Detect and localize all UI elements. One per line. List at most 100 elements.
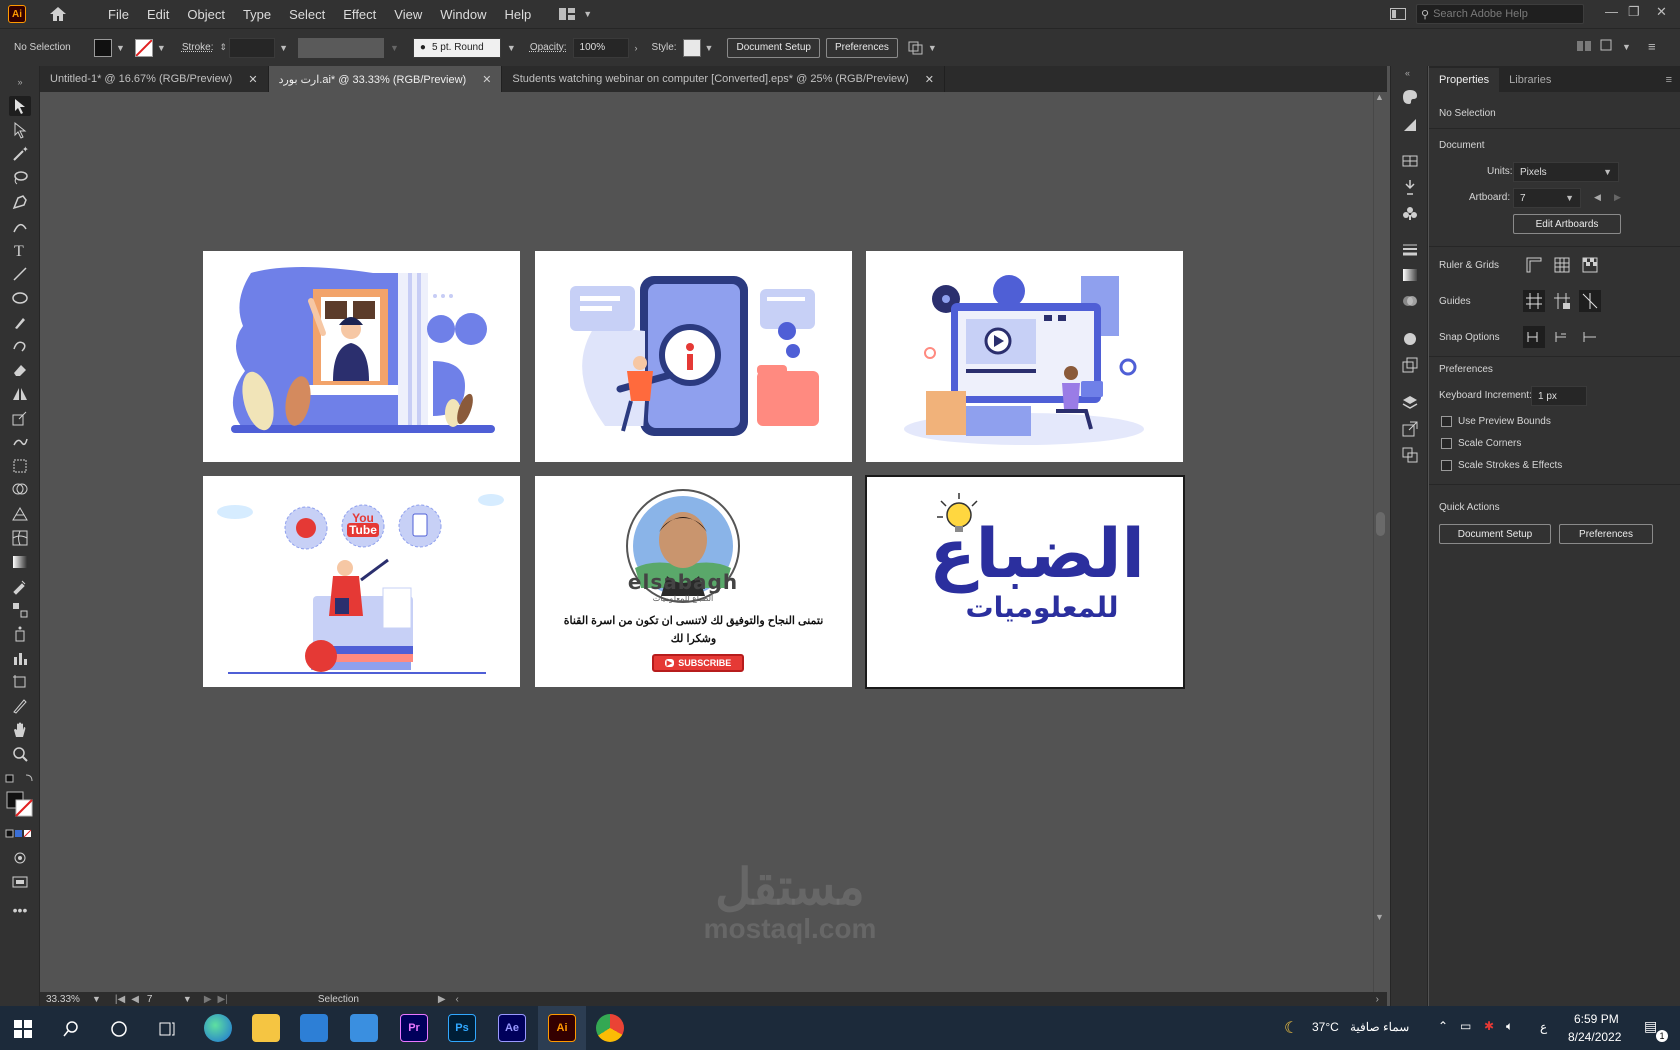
- perspective-grid-tool-icon[interactable]: [9, 504, 31, 524]
- arrange-icon[interactable]: [908, 41, 924, 55]
- close-icon[interactable]: ✕: [1656, 4, 1667, 20]
- snap-to-point-icon[interactable]: [1523, 326, 1545, 348]
- edge-browser-icon[interactable]: [204, 1014, 232, 1042]
- color-mode-icons[interactable]: [4, 824, 34, 844]
- gradient-tool-icon[interactable]: [9, 552, 31, 572]
- next-artboard-icon[interactable]: ▶: [204, 994, 212, 1005]
- symbol-sprayer-tool-icon[interactable]: [9, 624, 31, 644]
- zoom-dropdown-icon[interactable]: ▼: [92, 994, 101, 1004]
- tab-untitled[interactable]: Untitled-1* @ 16.67% (RGB/Preview) ✕: [40, 66, 269, 92]
- stroke-label[interactable]: Stroke:: [182, 42, 214, 53]
- artboard-1[interactable]: [203, 251, 520, 462]
- artboard-select[interactable]: 7 ▼: [1513, 188, 1581, 208]
- menu-view[interactable]: View: [394, 7, 422, 22]
- cortana-icon[interactable]: [110, 1020, 128, 1038]
- menu-edit[interactable]: Edit: [147, 7, 169, 22]
- scroll-thumb[interactable]: [1376, 512, 1385, 536]
- tab-properties[interactable]: Properties: [1429, 68, 1500, 92]
- file-explorer-icon[interactable]: [252, 1014, 280, 1042]
- stroke-weight-field[interactable]: [229, 37, 276, 58]
- scroll-left-icon[interactable]: ‹: [456, 994, 459, 1005]
- tab-students-webinar[interactable]: Students watching webinar on computer [C…: [502, 66, 945, 92]
- close-tab-icon[interactable]: ✕: [482, 73, 491, 86]
- tray-overflow-icon[interactable]: ⌃: [1438, 1019, 1448, 1033]
- menu-window[interactable]: Window: [440, 7, 486, 22]
- stroke-weight-dropdown-icon[interactable]: ▼: [279, 43, 288, 53]
- artboard-4[interactable]: You Tube: [203, 476, 520, 687]
- collapse-toolbar-icon[interactable]: »: [9, 72, 31, 92]
- opacity-label[interactable]: Opacity:: [530, 42, 567, 53]
- snap-to-pixel-icon[interactable]: [1551, 326, 1573, 348]
- arrange-documents-icon[interactable]: [1390, 8, 1406, 20]
- swatches-icon[interactable]: [1401, 152, 1419, 170]
- column-graph-tool-icon[interactable]: [9, 648, 31, 668]
- after-effects-icon[interactable]: Ae: [498, 1014, 526, 1042]
- gradient-panel-icon[interactable]: [1401, 266, 1419, 284]
- search-help-input[interactable]: ⚲ Search Adobe Help: [1416, 4, 1584, 24]
- first-artboard-icon[interactable]: |◀: [115, 994, 125, 1005]
- panel-options-icon[interactable]: ≡: [1658, 74, 1680, 92]
- menu-file[interactable]: File: [108, 7, 129, 22]
- search-icon[interactable]: [62, 1020, 80, 1038]
- fill-swatch[interactable]: [94, 38, 112, 57]
- zoom-tool-icon[interactable]: [9, 744, 31, 764]
- shape-builder-tool-icon[interactable]: [9, 480, 31, 500]
- graphic-styles-icon[interactable]: [1401, 356, 1419, 374]
- snap-to-glyph-icon[interactable]: [1579, 326, 1601, 348]
- symbols-icon[interactable]: [1401, 204, 1419, 222]
- illustrator-icon[interactable]: Ai: [548, 1014, 576, 1042]
- clock-date[interactable]: 8/24/2022: [1568, 1030, 1621, 1044]
- magic-wand-tool-icon[interactable]: ✦: [9, 144, 31, 164]
- transparency-icon[interactable]: [1401, 292, 1419, 310]
- home-icon[interactable]: [48, 5, 68, 23]
- warp-tool-icon[interactable]: [9, 432, 31, 452]
- artboard-2[interactable]: [535, 251, 852, 462]
- premiere-icon[interactable]: Pr: [400, 1014, 428, 1042]
- transform-icon[interactable]: [1600, 39, 1616, 53]
- transparency-grid-icon[interactable]: [1581, 256, 1599, 274]
- scroll-up-icon[interactable]: ▲: [1375, 92, 1384, 102]
- zoom-level[interactable]: 33.33%: [46, 994, 92, 1005]
- mesh-tool-icon[interactable]: [9, 528, 31, 548]
- next-artboard-panel-icon[interactable]: ▶: [1614, 192, 1621, 203]
- task-view-icon[interactable]: [158, 1020, 176, 1038]
- input-language[interactable]: ع: [1540, 1020, 1547, 1034]
- keyboard-increment-field[interactable]: 1 px: [1531, 386, 1587, 406]
- paintbrush-tool-icon[interactable]: [9, 312, 31, 332]
- screen-mode-icon[interactable]: [9, 872, 31, 892]
- windows-start-icon[interactable]: [14, 1020, 32, 1038]
- photoshop-icon[interactable]: Ps: [448, 1014, 476, 1042]
- status-menu-arrow-icon[interactable]: ▶: [438, 994, 446, 1005]
- clock-time[interactable]: 6:59 PM: [1574, 1012, 1619, 1026]
- reflect-tool-icon[interactable]: [9, 384, 31, 404]
- pen-tool-icon[interactable]: [9, 192, 31, 212]
- arrange-dropdown-icon[interactable]: ▼: [928, 43, 937, 53]
- swap-fill-stroke-icon[interactable]: [4, 770, 34, 790]
- layers-icon[interactable]: [1401, 394, 1419, 412]
- opacity-arrow-icon[interactable]: ›: [635, 43, 638, 53]
- close-tab-icon[interactable]: ✕: [925, 73, 934, 86]
- artboard-tool-icon[interactable]: [9, 672, 31, 692]
- stroke-stepper-icon[interactable]: ⇕: [220, 42, 228, 53]
- scale-strokes-checkbox[interactable]: Scale Strokes & Effects: [1441, 460, 1562, 471]
- shaper-tool-icon[interactable]: [9, 336, 31, 356]
- chrome-icon[interactable]: [596, 1014, 624, 1042]
- brushes-icon[interactable]: [1401, 178, 1419, 196]
- lock-guides-icon[interactable]: [1551, 290, 1573, 312]
- brush-definition-field[interactable]: ● 5 pt. Round: [412, 37, 501, 58]
- use-preview-bounds-checkbox[interactable]: Use Preview Bounds: [1441, 416, 1551, 427]
- transform-dropdown-icon[interactable]: ▼: [1622, 42, 1631, 52]
- fill-dropdown-icon[interactable]: ▼: [116, 43, 125, 53]
- opacity-field[interactable]: 100%: [572, 37, 629, 58]
- notifications-icon[interactable]: ▤: [1644, 1018, 1657, 1035]
- appearance-icon[interactable]: [1401, 330, 1419, 348]
- draw-mode-icon[interactable]: [9, 848, 31, 868]
- artboard-number[interactable]: 7: [147, 994, 183, 1005]
- store-icon[interactable]: [300, 1014, 328, 1042]
- network-icon[interactable]: ▭: [1460, 1019, 1471, 1033]
- mail-icon[interactable]: [350, 1014, 378, 1042]
- restore-icon[interactable]: ❐: [1628, 4, 1640, 20]
- stroke-swatch[interactable]: [134, 38, 153, 57]
- hand-tool-icon[interactable]: [9, 720, 31, 740]
- vertical-scrollbar[interactable]: ▲ ▼: [1373, 92, 1387, 992]
